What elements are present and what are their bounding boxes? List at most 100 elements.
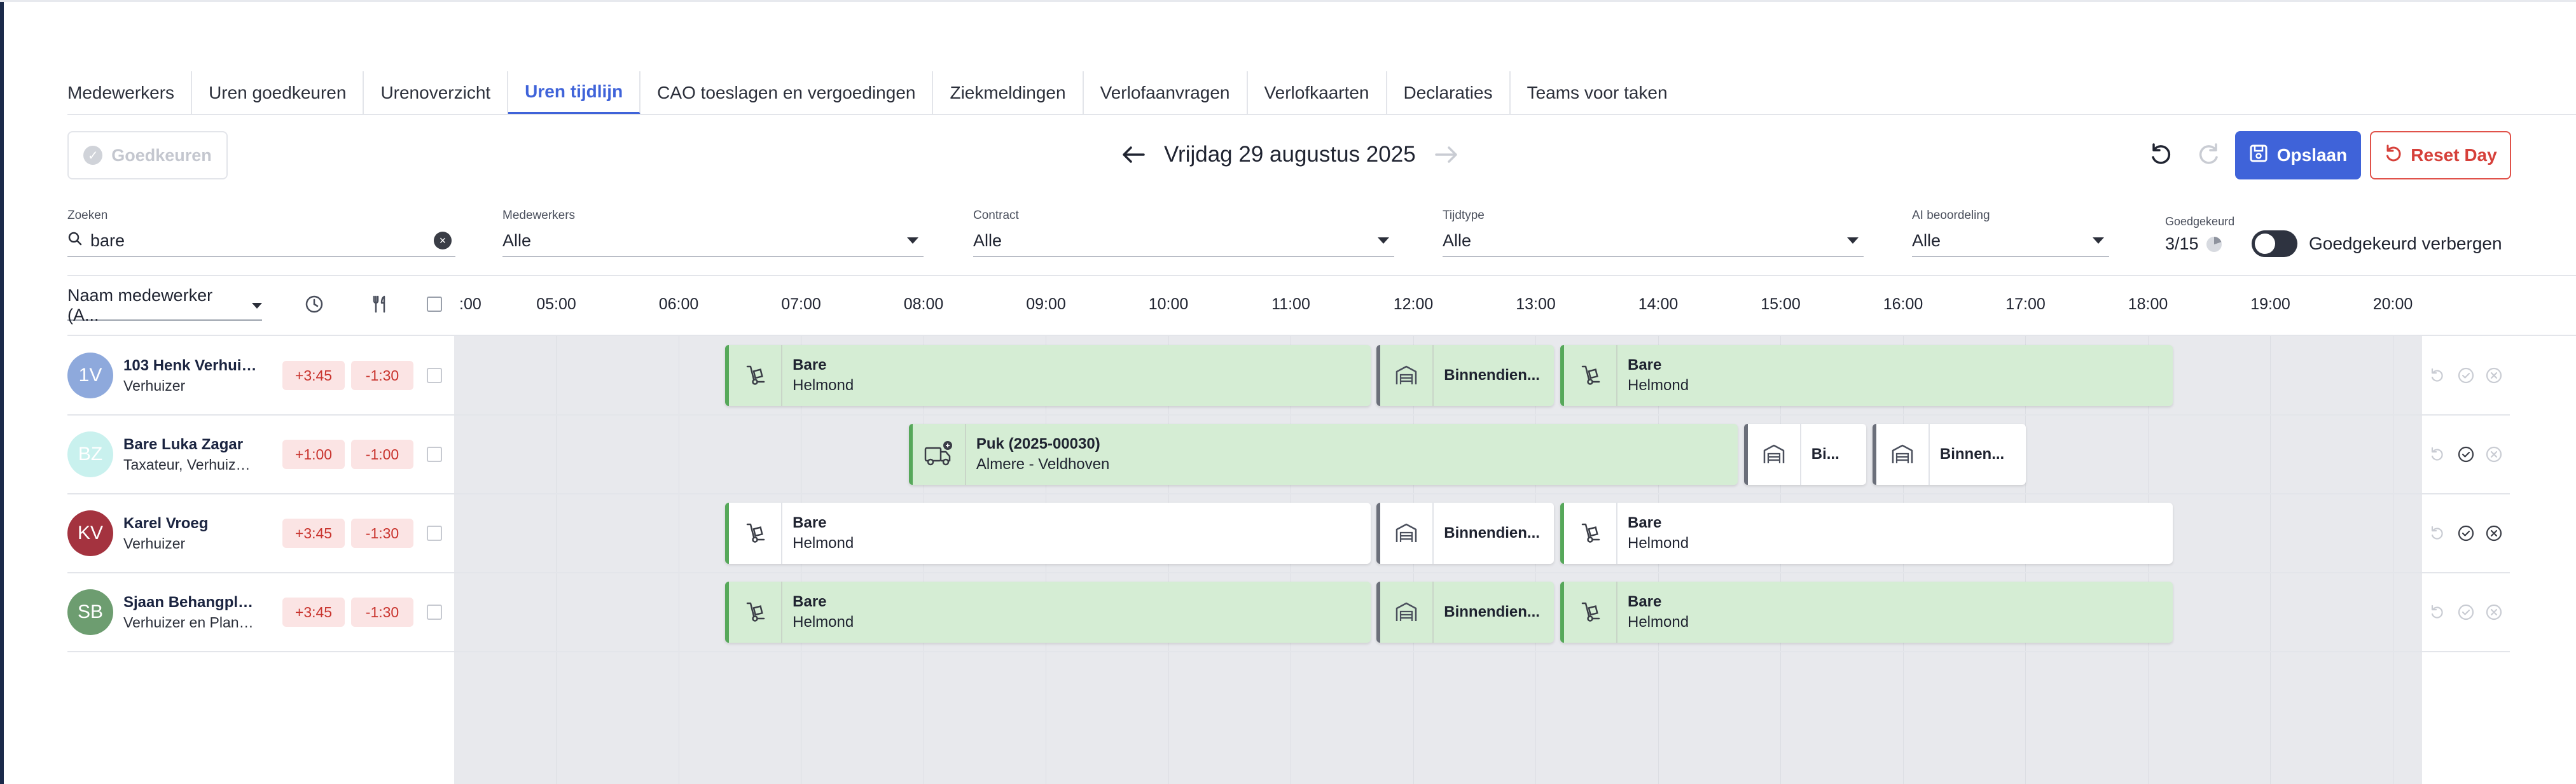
time-block[interactable]: Binnendien... xyxy=(1376,582,1555,643)
time-block[interactable]: Bare Helmond xyxy=(725,503,1371,564)
approve-row-icon[interactable] xyxy=(2456,524,2476,543)
hide-approved-toggle[interactable] xyxy=(2252,230,2297,257)
select-all-checkbox[interactable] xyxy=(427,297,442,312)
tab-uren-goedkeuren[interactable]: Uren goedkeuren xyxy=(192,71,364,115)
row-checkbox[interactable] xyxy=(427,368,442,383)
hour-label: 08:00 xyxy=(903,295,944,313)
employee-name[interactable]: Sjaan Behangplak... xyxy=(123,594,257,612)
employees-select[interactable]: Alle xyxy=(502,225,924,257)
time-block-subtitle: Helmond xyxy=(1628,535,1689,552)
clock-icon[interactable] xyxy=(303,293,326,316)
time-block-text: Bare Helmond xyxy=(1617,356,1689,395)
hour-label: 19:00 xyxy=(2250,295,2290,313)
time-block-text: Bare Helmond xyxy=(1617,593,1689,631)
row-checkbox[interactable] xyxy=(427,447,442,462)
tab-urenoverzicht[interactable]: Urenoverzicht xyxy=(364,71,509,115)
hand-truck-icon xyxy=(1564,582,1617,643)
hour-label: 18:00 xyxy=(2128,295,2168,313)
overtime-badge: +3:45 xyxy=(282,361,345,390)
redo-icon[interactable] xyxy=(2193,139,2224,169)
chevron-down-icon xyxy=(2093,237,2104,244)
time-block[interactable]: Bare Helmond xyxy=(1560,345,2173,406)
tab-verlofkaarten[interactable]: Verlofkaarten xyxy=(1248,71,1387,115)
employees-filter-label: Medewerkers xyxy=(502,209,576,222)
tab-verlofaanvragen[interactable]: Verlofaanvragen xyxy=(1084,71,1248,115)
time-block[interactable]: Binnen... xyxy=(1872,424,2026,485)
time-block[interactable]: Puk (2025-00030) Almere - Veldhoven xyxy=(908,424,1738,485)
reject-row-icon[interactable] xyxy=(2484,524,2503,543)
date-navigator: Vrijdag 29 augustus 2025 xyxy=(1119,134,1460,176)
time-block[interactable]: Bare Helmond xyxy=(725,582,1371,643)
time-block-title: Binnendien... xyxy=(1444,367,1540,384)
app-edge-bar xyxy=(0,0,4,784)
clear-search-icon[interactable]: × xyxy=(434,232,452,249)
break-badge: -1:30 xyxy=(351,598,413,627)
hour-label: :00 xyxy=(459,295,481,313)
time-block[interactable]: Binnendien... xyxy=(1376,345,1555,406)
employee-info: Karel Vroeg Verhuizer xyxy=(123,515,257,552)
timetype-select[interactable]: Alle xyxy=(1443,225,1864,257)
undo-row-icon[interactable] xyxy=(2428,603,2447,622)
warehouse-icon xyxy=(1380,582,1434,643)
search-label: Zoeken xyxy=(67,209,108,222)
employee-name[interactable]: Karel Vroeg xyxy=(123,515,257,533)
employee-name[interactable]: Bare Luka Zagar xyxy=(123,436,257,454)
chevron-down-icon xyxy=(252,302,262,309)
time-block-text: Bare Helmond xyxy=(782,514,854,552)
search-input[interactable]: bare × xyxy=(67,225,455,257)
search-value: bare xyxy=(90,230,125,250)
time-block[interactable]: Bi... xyxy=(1743,424,1867,485)
hour-label: 07:00 xyxy=(781,295,821,313)
time-block[interactable]: Binnendien... xyxy=(1376,503,1555,564)
warehouse-icon xyxy=(1380,503,1434,564)
hour-label: 06:00 xyxy=(658,295,699,313)
time-block-subtitle: Helmond xyxy=(793,613,854,631)
save-button[interactable]: Opslaan xyxy=(2235,131,2361,179)
tab-medewerkers[interactable]: Medewerkers xyxy=(67,71,193,115)
tab-uren-tijdlijn[interactable]: Uren tijdlijn xyxy=(508,71,641,115)
save-icon xyxy=(2249,144,2268,167)
tab-bar: Medewerkers Uren goedkeuren Urenoverzich… xyxy=(67,71,1684,115)
tab-teams-voor-taken[interactable]: Teams voor taken xyxy=(1511,71,1684,115)
undo-row-icon[interactable] xyxy=(2428,524,2447,543)
contract-select[interactable]: Alle xyxy=(973,225,1394,257)
time-block-title: Binnendien... xyxy=(1444,524,1540,542)
arrow-right-icon[interactable] xyxy=(1432,141,1460,169)
hour-label: 17:00 xyxy=(2005,295,2046,313)
reject-row-icon[interactable] xyxy=(2484,366,2503,385)
reject-row-icon[interactable] xyxy=(2484,445,2503,464)
contract-filter-label: Contract xyxy=(973,209,1019,222)
approve-row-icon[interactable] xyxy=(2456,366,2476,385)
time-block[interactable]: Bare Helmond xyxy=(725,345,1371,406)
reset-day-button[interactable]: Reset Day xyxy=(2370,131,2511,179)
time-block-text: Puk (2025-00030) Almere - Veldhoven xyxy=(966,435,1109,473)
overtime-badge: +3:45 xyxy=(282,519,345,548)
undo-row-icon[interactable] xyxy=(2428,366,2447,385)
approve-row-icon[interactable] xyxy=(2456,603,2476,622)
undo-row-icon[interactable] xyxy=(2428,445,2447,464)
row-checkbox[interactable] xyxy=(427,605,442,620)
employee-name[interactable]: 103 Henk Verhuizer xyxy=(123,357,257,375)
hour-label: 15:00 xyxy=(1761,295,1801,313)
time-block-title: Bare xyxy=(1628,356,1662,374)
approve-row-icon[interactable] xyxy=(2456,445,2476,464)
tab-cao-toeslagen[interactable]: CAO toeslagen en vergoedingen xyxy=(641,71,934,115)
employee-info: Sjaan Behangplak... Verhuizer en Planner xyxy=(123,594,257,631)
tab-declaraties[interactable]: Declaraties xyxy=(1387,71,1511,115)
approve-button[interactable]: ✓ Goedkeuren xyxy=(67,131,228,179)
time-block[interactable]: Bare Helmond xyxy=(1560,503,2173,564)
ai-review-select[interactable]: Alle xyxy=(1912,225,2109,257)
sort-select[interactable]: Naam medewerker (A... xyxy=(67,286,262,325)
arrow-left-icon[interactable] xyxy=(1119,141,1147,169)
employee-role: Verhuizer en Planner xyxy=(123,613,257,631)
time-block[interactable]: Bare Helmond xyxy=(1560,582,2173,643)
chevron-down-icon xyxy=(1378,237,1389,244)
row-checkbox[interactable] xyxy=(427,526,442,541)
hand-truck-icon xyxy=(729,503,783,564)
time-block-title: Bare xyxy=(1628,593,1662,610)
time-block-text: Bare Helmond xyxy=(782,593,854,631)
undo-icon[interactable] xyxy=(2146,139,2177,169)
reject-row-icon[interactable] xyxy=(2484,603,2503,622)
tab-ziekmeldingen[interactable]: Ziekmeldingen xyxy=(933,71,1084,115)
utensils-icon[interactable] xyxy=(369,293,392,316)
